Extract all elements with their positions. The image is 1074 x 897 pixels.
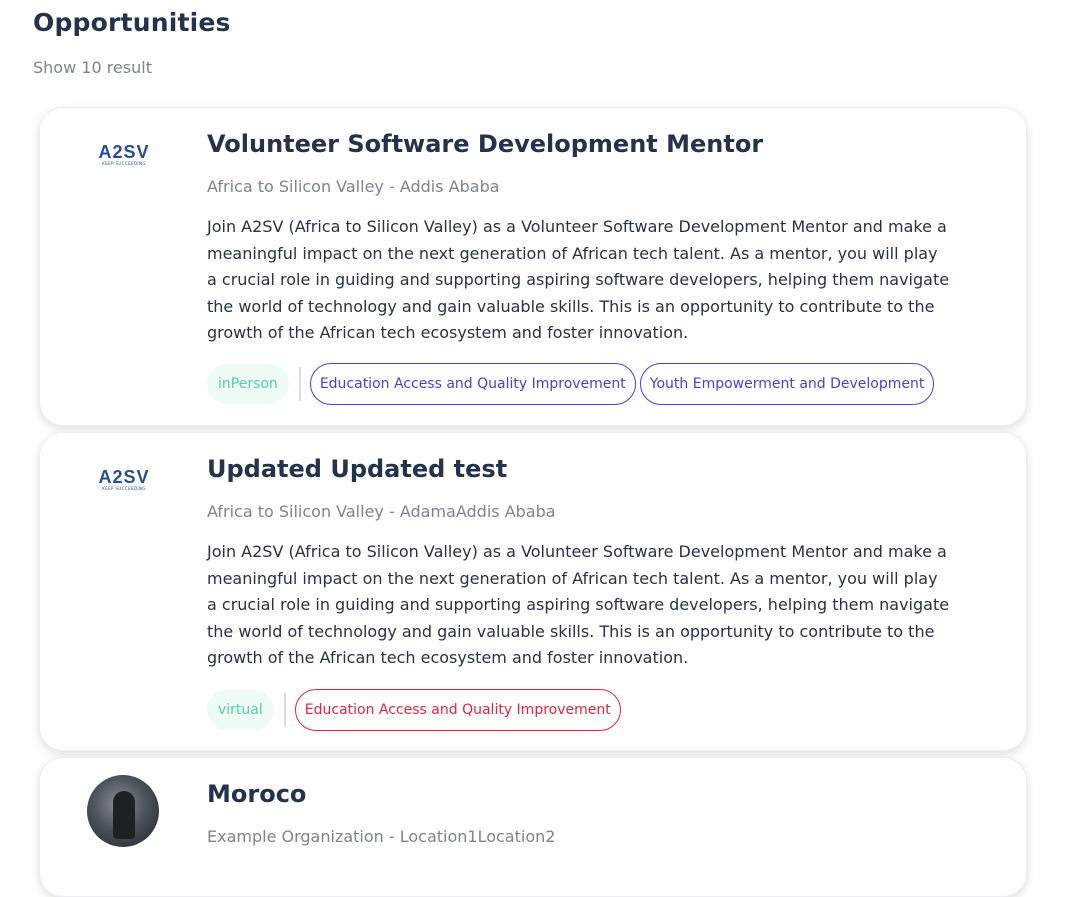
opportunity-description: Join A2SV (Africa to Silicon Valley) as … <box>207 217 950 342</box>
opportunity-tags: virtual Education Access and Quality Imp… <box>207 689 625 731</box>
opportunity-title[interactable]: Volunteer Software Development Mentor <box>207 130 763 158</box>
opportunity-card[interactable]: A2SV KEEP SUCCEEDING Volunteer Software … <box>39 107 1027 426</box>
opportunity-organization-location: Africa to Silicon Valley - AdamaAddis Ab… <box>207 502 556 521</box>
a2sv-logo: A2SV KEEP SUCCEEDING <box>98 142 150 166</box>
result-count: Show 10 result <box>33 58 152 77</box>
opportunity-tags: inPerson Education Access and Quality Im… <box>207 363 938 405</box>
opportunity-card[interactable]: Moroco Example Organization - Location1L… <box>39 757 1027 897</box>
opportunity-title[interactable]: Updated Updated test <box>207 455 507 483</box>
tag-divider <box>298 367 301 401</box>
opportunity-organization-location: Example Organization - Location1Location… <box>207 827 556 846</box>
a2sv-logo: A2SV KEEP SUCCEEDING <box>98 467 150 491</box>
organization-avatar <box>87 775 159 847</box>
mode-badge: inPerson <box>207 364 289 404</box>
tag-divider <box>283 693 286 727</box>
page-title: Opportunities <box>33 8 231 37</box>
opportunity-title[interactable]: Moroco <box>207 780 306 808</box>
opportunity-organization-location: Africa to Silicon Valley - Addis Ababa <box>207 177 500 196</box>
category-tag[interactable]: Education Access and Quality Improvement <box>294 689 621 731</box>
category-tag[interactable]: Youth Empowerment and Development <box>639 363 935 405</box>
mode-badge: virtual <box>207 690 274 730</box>
avatar-figure <box>113 791 135 839</box>
opportunity-description: Join A2SV (Africa to Silicon Valley) as … <box>207 542 950 667</box>
opportunity-card[interactable]: A2SV KEEP SUCCEEDING Updated Updated tes… <box>39 432 1027 751</box>
category-tag[interactable]: Education Access and Quality Improvement <box>309 363 636 405</box>
